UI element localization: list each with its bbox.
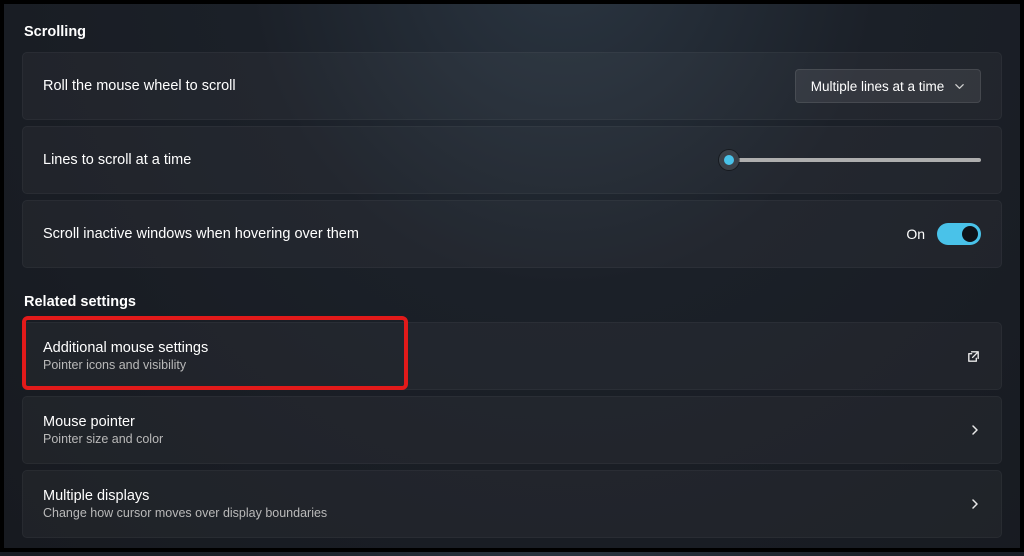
toggle-scroll-inactive[interactable] (937, 223, 981, 245)
sub-multiple-displays: Change how cursor moves over display bou… (43, 506, 327, 520)
section-title-scrolling: Scrolling (24, 24, 1002, 40)
row-additional-mouse-settings[interactable]: Additional mouse settings Pointer icons … (22, 322, 1002, 390)
row-scroll-inactive: Scroll inactive windows when hovering ov… (22, 200, 1002, 268)
section-title-related: Related settings (24, 294, 1002, 310)
label-scroll-inactive: Scroll inactive windows when hovering ov… (43, 226, 359, 242)
row-roll-wheel: Roll the mouse wheel to scroll Multiple … (22, 52, 1002, 120)
dropdown-roll-value: Multiple lines at a time (811, 79, 945, 94)
title-multiple-displays: Multiple displays (43, 488, 327, 504)
chevron-right-icon (969, 498, 981, 510)
dropdown-roll-wheel[interactable]: Multiple lines at a time (795, 69, 981, 103)
slider-thumb[interactable] (719, 150, 739, 170)
slider-lines[interactable] (719, 150, 981, 170)
label-roll-wheel: Roll the mouse wheel to scroll (43, 78, 236, 94)
row-multiple-displays[interactable]: Multiple displays Change how cursor move… (22, 470, 1002, 538)
toggle-label-inactive: On (906, 226, 925, 242)
row-lines-to-scroll: Lines to scroll at a time (22, 126, 1002, 194)
title-additional-mouse: Additional mouse settings (43, 340, 208, 356)
external-link-icon (966, 349, 981, 364)
chevron-right-icon (969, 424, 981, 436)
row-mouse-pointer[interactable]: Mouse pointer Pointer size and color (22, 396, 1002, 464)
sub-mouse-pointer: Pointer size and color (43, 432, 163, 446)
slider-track (719, 158, 981, 162)
label-lines-to-scroll: Lines to scroll at a time (43, 152, 191, 168)
chevron-down-icon (954, 81, 965, 92)
title-mouse-pointer: Mouse pointer (43, 414, 163, 430)
sub-additional-mouse: Pointer icons and visibility (43, 358, 208, 372)
toggle-knob (962, 226, 978, 242)
